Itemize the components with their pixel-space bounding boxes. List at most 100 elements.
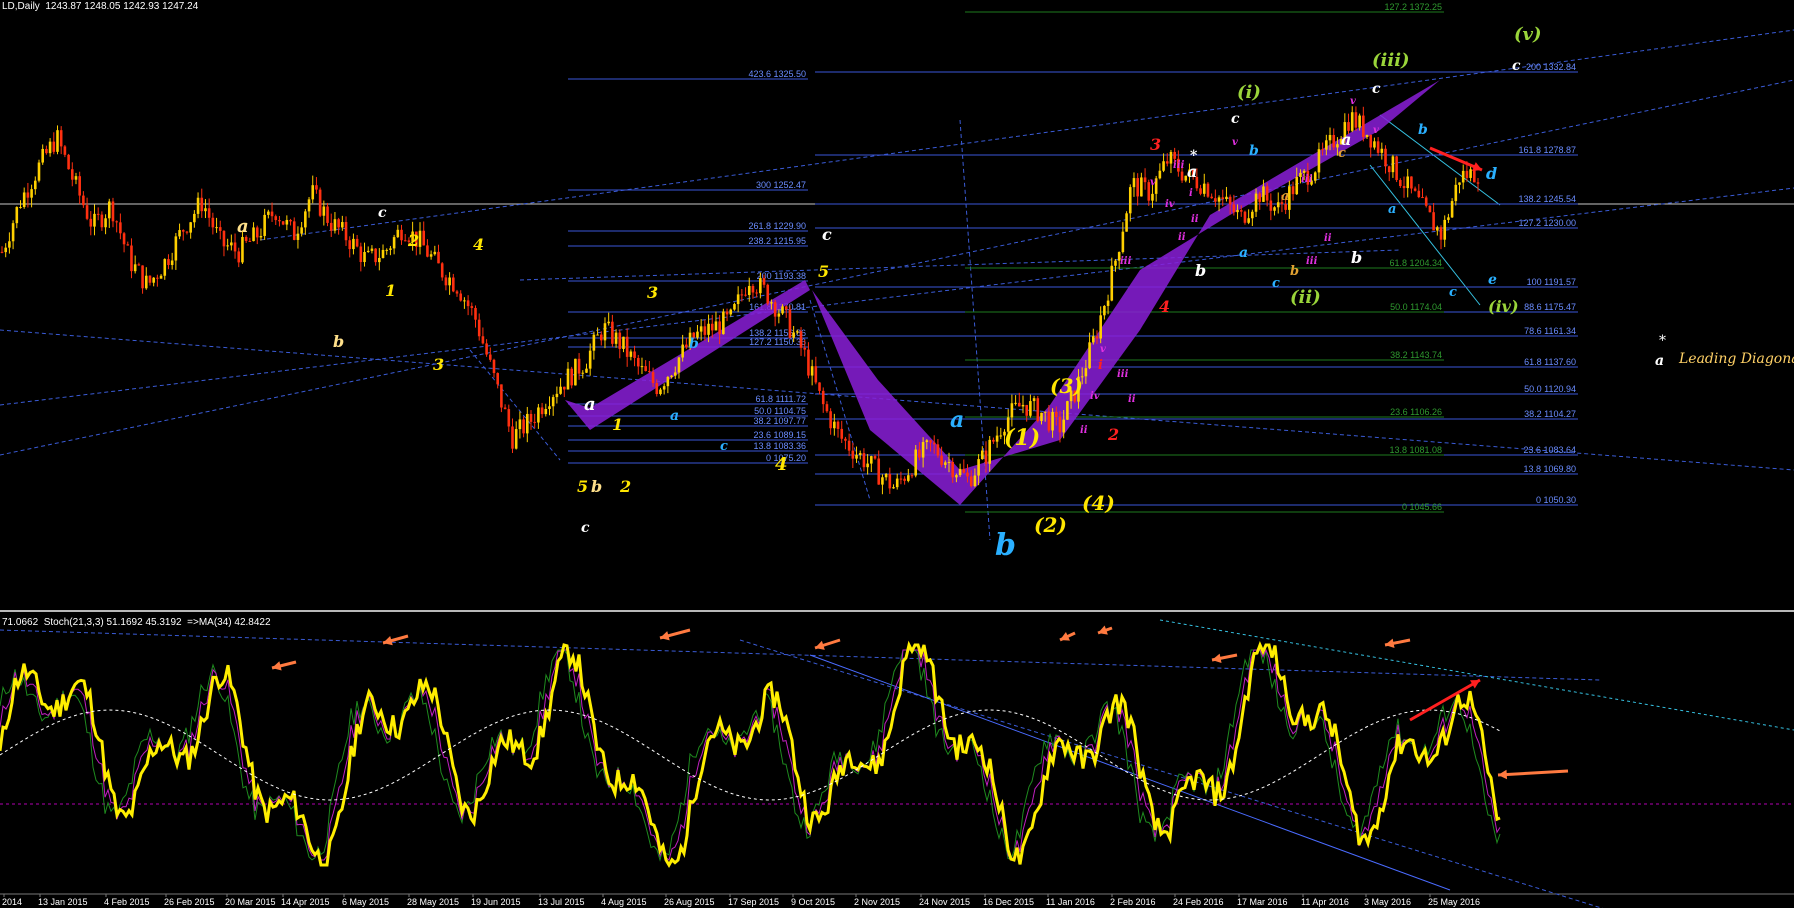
- candle-body: [622, 336, 625, 349]
- candle-body: [914, 449, 918, 476]
- candle-body: [651, 372, 655, 384]
- fib-label-right: 100 1191.57: [1527, 277, 1576, 287]
- minor-wave-label: ii: [1128, 394, 1136, 405]
- candle-body: [966, 472, 969, 477]
- x-tick-label: 11 Jan 2016: [1046, 897, 1095, 907]
- candle-body: [270, 211, 274, 217]
- x-tick-label: 2014: [2, 897, 22, 907]
- candle-body: [1273, 207, 1276, 211]
- minor-wave-label: iii: [1120, 256, 1132, 267]
- x-tick-label: 19 Jun 2015: [471, 897, 521, 907]
- candle-body: [15, 207, 19, 224]
- candle-body: [955, 475, 958, 478]
- candle-body: [1058, 417, 1062, 433]
- candle-body: [551, 397, 555, 407]
- candle-body: [1258, 193, 1262, 202]
- candle-body: [1328, 134, 1332, 141]
- candle-body: [625, 336, 629, 357]
- candle-body: [378, 257, 381, 263]
- candle-body: [1365, 134, 1369, 137]
- candle-body: [1295, 176, 1299, 195]
- candle-body: [977, 459, 980, 476]
- candle-body: [448, 277, 451, 286]
- candle-body: [1473, 169, 1476, 183]
- candle-body: [1276, 202, 1280, 208]
- candle-body: [566, 368, 570, 390]
- candle-body: [141, 265, 144, 289]
- wave-label: (ii): [1290, 287, 1321, 308]
- candle-body: [1269, 200, 1273, 211]
- candle-body: [130, 245, 133, 272]
- minor-wave-label: v: [1373, 125, 1379, 136]
- candle-body: [1140, 177, 1143, 197]
- candle-body: [477, 319, 481, 337]
- candle-body: [422, 230, 426, 246]
- candle-body: [1465, 170, 1469, 178]
- candle-body: [292, 221, 296, 240]
- candle-body: [640, 366, 644, 368]
- candle-body: [1066, 401, 1069, 420]
- candle-body: [11, 223, 15, 242]
- candle-body: [818, 382, 821, 391]
- candle-body: [281, 221, 285, 225]
- candle-body: [1424, 197, 1428, 206]
- candle-body: [400, 229, 403, 241]
- candle-body: [204, 208, 207, 212]
- candle-body: [1406, 176, 1410, 189]
- candle-body: [807, 349, 810, 376]
- candle-body: [747, 285, 751, 295]
- candle-body: [107, 201, 111, 219]
- candle-body: [1047, 411, 1051, 431]
- candle-body: [211, 217, 215, 228]
- wave-label: 1: [612, 415, 623, 434]
- candle-body: [230, 242, 233, 246]
- candle-body: [329, 222, 333, 231]
- candle-body: [1165, 161, 1169, 164]
- x-tick-label: 3 May 2016: [1364, 897, 1411, 907]
- candle-body: [511, 426, 514, 449]
- minor-wave-label: i: [1189, 188, 1193, 199]
- candle-body: [1402, 185, 1406, 189]
- x-tick-label: 2 Nov 2015: [854, 897, 900, 907]
- candle-body: [30, 189, 33, 198]
- candle-body: [359, 246, 363, 263]
- candle-body: [1025, 404, 1028, 416]
- x-tick-label: 6 May 2015: [342, 897, 389, 907]
- candle-body: [1399, 180, 1402, 186]
- candle-body: [903, 478, 906, 481]
- fib-label-green: 0 1045.66: [1402, 502, 1442, 512]
- candle-body: [289, 219, 292, 222]
- candle-body: [1413, 188, 1417, 191]
- candle-body: [318, 189, 322, 216]
- candle-body: [496, 373, 499, 385]
- minor-wave-label: v: [1150, 177, 1156, 188]
- candle-body: [326, 206, 329, 223]
- x-tick-label: 17 Mar 2016: [1237, 897, 1288, 907]
- candle-body: [596, 334, 599, 336]
- candle-body: [1447, 217, 1450, 220]
- candle-body: [119, 222, 122, 234]
- candle-body: [1206, 183, 1210, 197]
- candle-body: [1395, 156, 1398, 181]
- fib-label-left: 127.2 1150.36: [749, 337, 806, 347]
- wave-label: (3): [1050, 374, 1083, 398]
- candle-body: [252, 227, 255, 242]
- candle-body: [181, 230, 185, 232]
- wave-label: b: [591, 477, 602, 496]
- minor-wave-label: v: [1350, 96, 1356, 107]
- candle-body: [932, 442, 936, 445]
- wave-label: (v): [1514, 24, 1542, 45]
- candle-body: [1458, 182, 1461, 185]
- candle-body: [311, 185, 315, 200]
- candle-body: [518, 419, 522, 430]
- candle-body: [403, 240, 407, 242]
- fib-label-left: 423.6 1325.50: [748, 69, 806, 79]
- candle-body: [174, 236, 178, 261]
- candle-body: [881, 477, 884, 485]
- candle-body: [78, 176, 81, 196]
- indicator-header: 71.0662 Stoch(21,3,3) 51.1692 45.3192 =>…: [2, 617, 271, 628]
- minor-wave-label: iii: [1301, 174, 1313, 185]
- candle-body: [1043, 411, 1047, 413]
- candle-body: [925, 440, 929, 443]
- candle-body: [618, 332, 622, 349]
